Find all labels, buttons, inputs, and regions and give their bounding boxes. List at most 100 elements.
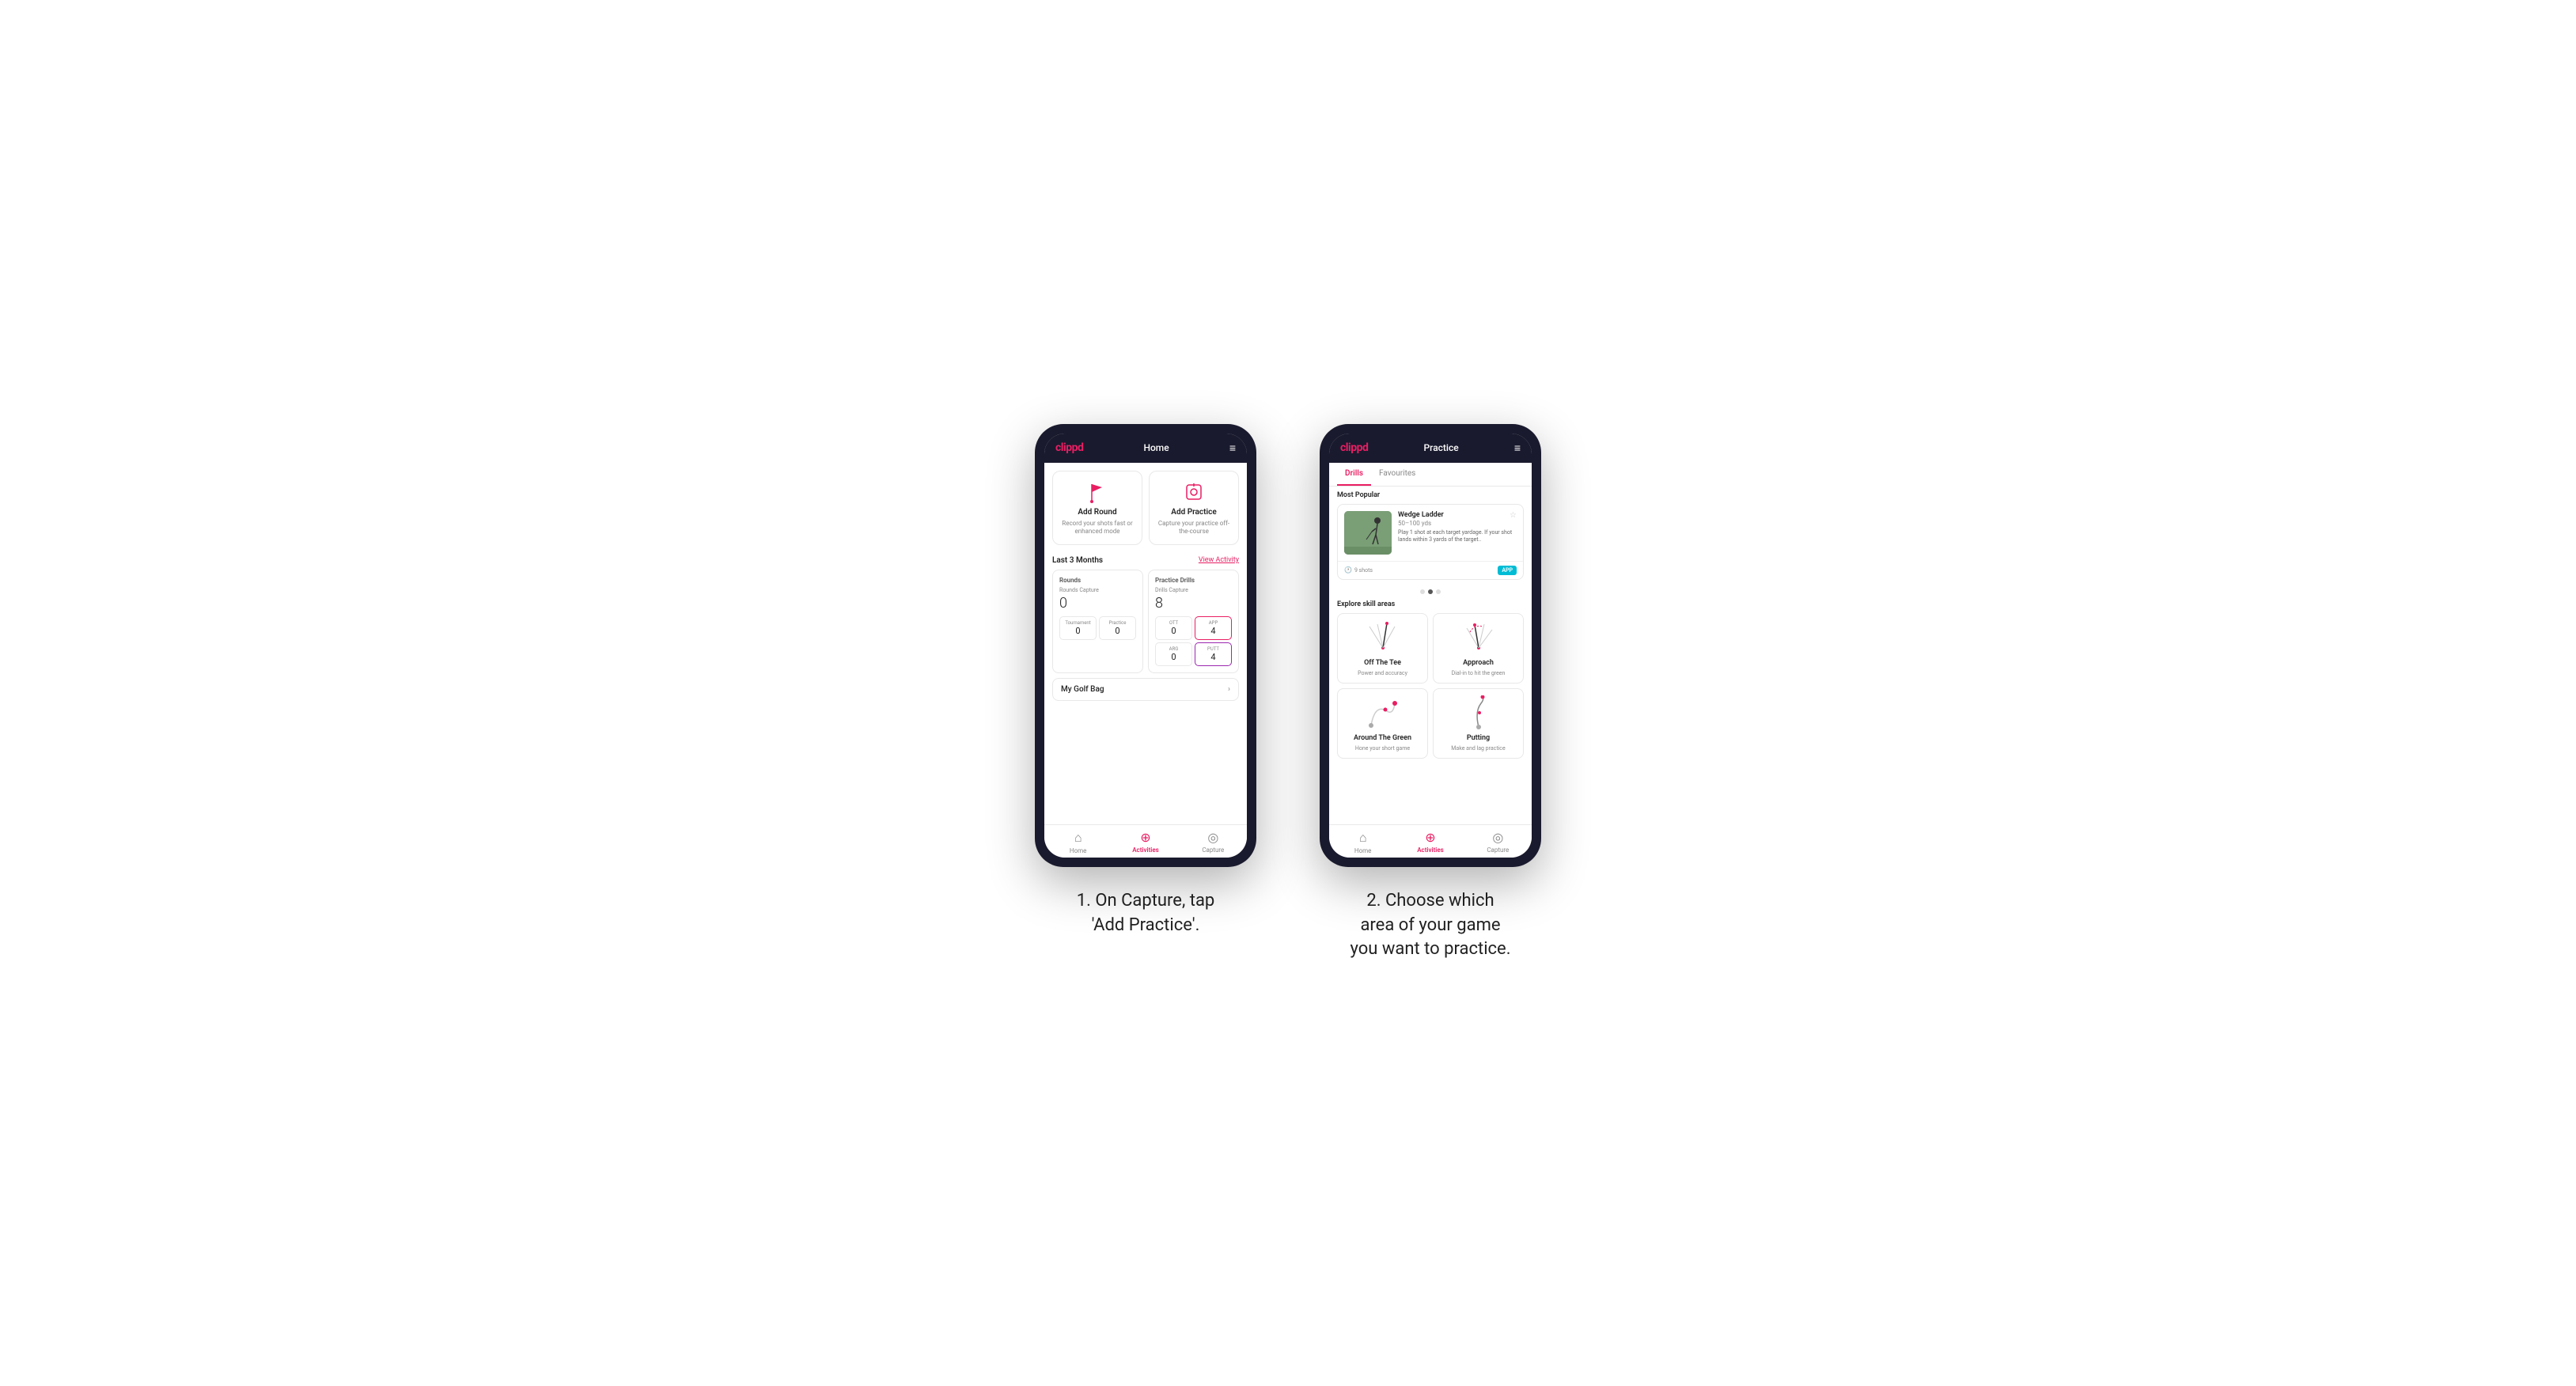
skill-card-approach[interactable]: Approach Dial-in to hit the green	[1433, 613, 1524, 684]
add-round-title: Add Round	[1078, 508, 1116, 517]
add-practice-card[interactable]: Add Practice Capture your practice off-t…	[1149, 471, 1239, 545]
view-activity-link[interactable]: View Activity	[1199, 556, 1239, 564]
caption-1: 1. On Capture, tap'Add Practice'.	[1077, 889, 1215, 938]
phone-screen-2: clippd Practice ≡ Drills Favourites Most…	[1329, 434, 1532, 858]
putt-label: PUTT	[1200, 646, 1226, 652]
atg-icon	[1363, 695, 1403, 731]
putting-subtitle: Make and lag practice	[1451, 745, 1505, 752]
phone-frame-1: clippd Home ≡	[1035, 424, 1256, 867]
capture-nav-label: Capture	[1202, 846, 1224, 854]
tab-favourites[interactable]: Favourites	[1371, 463, 1423, 486]
putt-value: 4	[1200, 652, 1226, 662]
tournament-label: Tournament	[1065, 620, 1091, 626]
header-title-1: Home	[1143, 442, 1169, 453]
nav-home-1[interactable]: ⌂ Home	[1044, 830, 1112, 854]
last-3-months-label: Last 3 Months	[1052, 556, 1103, 565]
app-logo-2: clippd	[1340, 441, 1368, 454]
app-badge: APP	[1498, 566, 1517, 575]
dot-1	[1420, 589, 1425, 594]
capture-nav-label-2: Capture	[1487, 846, 1509, 854]
capture-nav-icon-2: ◎	[1492, 830, 1503, 845]
practice-drills-box: Practice Drills Drills Capture 8 OTT 0 A…	[1148, 570, 1239, 673]
capture-nav-icon: ◎	[1207, 830, 1218, 845]
drill-card-inner: Wedge Ladder ☆ 50–100 yds Play 1 shot at…	[1338, 505, 1523, 561]
stats-section-header: Last 3 Months View Activity	[1044, 551, 1247, 570]
off-the-tee-subtitle: Power and accuracy	[1358, 670, 1407, 676]
app-header-1: clippd Home ≡	[1044, 434, 1247, 463]
activities-nav-label: Activities	[1132, 846, 1159, 854]
atg-subtitle: Hone your short game	[1355, 745, 1410, 752]
ott-value: 0	[1161, 626, 1187, 636]
home-nav-label: Home	[1070, 847, 1087, 854]
shots-label: 9 shots	[1354, 567, 1373, 574]
star-icon[interactable]: ☆	[1510, 511, 1517, 520]
app-stat: APP 4	[1195, 616, 1232, 640]
add-practice-title: Add Practice	[1171, 508, 1216, 517]
dot-2	[1428, 589, 1433, 594]
arg-value: 0	[1161, 652, 1187, 662]
drill-yardage: 50–100 yds	[1398, 520, 1517, 527]
approach-icon	[1459, 620, 1498, 656]
featured-drill-card[interactable]: Wedge Ladder ☆ 50–100 yds Play 1 shot at…	[1337, 504, 1524, 580]
skill-card-putting[interactable]: Putting Make and lag practice	[1433, 688, 1524, 759]
putting-icon	[1459, 695, 1498, 731]
tournament-value: 0	[1065, 626, 1091, 636]
nav-activities-2[interactable]: ⊕ Activities	[1396, 830, 1464, 854]
phone-screen-1: clippd Home ≡	[1044, 434, 1247, 858]
practice-content: Most Popular	[1329, 487, 1532, 824]
skill-card-atg[interactable]: Around The Green Hone your short game	[1337, 688, 1428, 759]
arg-stat: ARG 0	[1155, 642, 1192, 666]
add-round-card[interactable]: Add Round Record your shots fast or enha…	[1052, 471, 1142, 545]
flag-icon	[1085, 479, 1110, 505]
drill-footer: 🕐 9 shots APP	[1338, 561, 1523, 579]
phone-section-1: clippd Home ≡	[1035, 424, 1256, 938]
action-cards: Add Round Record your shots fast or enha…	[1044, 463, 1247, 551]
nav-capture-1[interactable]: ◎ Capture	[1180, 830, 1247, 854]
practice-drills-header: Practice Drills	[1155, 577, 1232, 584]
activities-nav-icon: ⊕	[1140, 830, 1150, 845]
app-label: APP	[1200, 620, 1226, 626]
home-nav-icon: ⌂	[1074, 830, 1082, 846]
drill-title: Wedge Ladder	[1398, 511, 1444, 519]
stats-grid: Rounds Rounds Capture 0 Tournament 0 Pra…	[1044, 570, 1247, 678]
nav-capture-2[interactable]: ◎ Capture	[1464, 830, 1532, 854]
golf-bag-chevron: ›	[1228, 685, 1230, 694]
screen-content-1: Add Round Record your shots fast or enha…	[1044, 463, 1247, 824]
explore-label: Explore skill areas	[1329, 597, 1532, 613]
bottom-nav-2: ⌂ Home ⊕ Activities ◎ Capture	[1329, 824, 1532, 858]
off-the-tee-title: Off The Tee	[1364, 659, 1401, 667]
caption-2: 2. Choose whicharea of your gameyou want…	[1350, 889, 1510, 962]
ott-label: OTT	[1161, 620, 1187, 626]
dot-3	[1436, 589, 1441, 594]
app-logo-1: clippd	[1055, 441, 1083, 454]
atg-title: Around The Green	[1354, 734, 1411, 742]
drill-info: Wedge Ladder ☆ 50–100 yds Play 1 shot at…	[1398, 511, 1517, 555]
most-popular-label: Most Popular	[1329, 491, 1532, 504]
drill-description: Play 1 shot at each target yardage. If y…	[1398, 529, 1517, 543]
drills-capture-value: 8	[1155, 595, 1232, 612]
rounds-header: Rounds	[1059, 577, 1136, 584]
app-header-2: clippd Practice ≡	[1329, 434, 1532, 463]
practice-label: Practice	[1104, 620, 1131, 626]
add-practice-subtitle: Capture your practice off-the-course	[1156, 520, 1232, 536]
app-value: 4	[1200, 626, 1226, 636]
hamburger-icon-1[interactable]: ≡	[1229, 441, 1236, 455]
activities-nav-label-2: Activities	[1417, 846, 1444, 854]
off-the-tee-icon	[1363, 620, 1403, 656]
approach-title: Approach	[1463, 659, 1494, 667]
dots-indicator	[1329, 586, 1532, 597]
tab-drills[interactable]: Drills	[1337, 463, 1371, 486]
ott-stat: OTT 0	[1155, 616, 1192, 640]
approach-subtitle: Dial-in to hit the green	[1452, 670, 1506, 676]
skill-grid: Off The Tee Power and accuracy	[1329, 613, 1532, 759]
home-nav-icon-2: ⌂	[1359, 830, 1367, 846]
nav-home-2[interactable]: ⌂ Home	[1329, 830, 1396, 854]
hamburger-icon-2[interactable]: ≡	[1514, 441, 1521, 455]
tabs-bar: Drills Favourites	[1329, 463, 1532, 487]
phone-section-2: clippd Practice ≡ Drills Favourites Most…	[1320, 424, 1541, 962]
skill-card-off-the-tee[interactable]: Off The Tee Power and accuracy	[1337, 613, 1428, 684]
drill-image	[1344, 511, 1392, 555]
golf-bag-row[interactable]: My Golf Bag ›	[1052, 678, 1239, 701]
nav-activities-1[interactable]: ⊕ Activities	[1112, 830, 1179, 854]
shots-info: 🕐 9 shots	[1344, 566, 1373, 574]
